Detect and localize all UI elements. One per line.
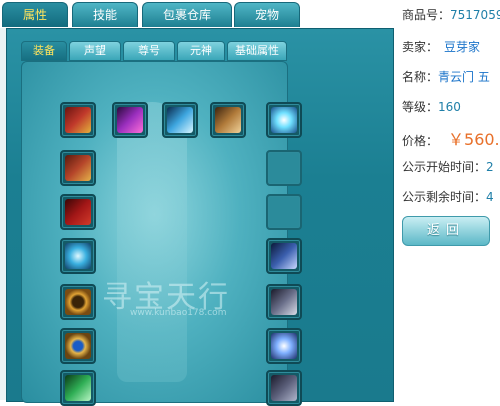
- equip-slot-head[interactable]: [60, 102, 96, 138]
- back-button[interactable]: 返回: [402, 216, 490, 246]
- subtab-base-attributes[interactable]: 基础属性: [227, 41, 287, 61]
- amulet-icon: [65, 243, 91, 269]
- tab-attributes[interactable]: 属性: [2, 2, 68, 27]
- equip-slot-book[interactable]: [210, 102, 246, 138]
- tab-pets[interactable]: 宠物: [234, 2, 300, 27]
- subtab-equipment[interactable]: 装备: [21, 41, 67, 61]
- level-value: 160: [438, 100, 461, 114]
- cloak-icon: [65, 199, 91, 225]
- public-start-label: 公示开始时间：: [402, 160, 487, 174]
- equip-slot-boots[interactable]: [266, 370, 302, 406]
- product-number-row: 商品号：7517059: [402, 6, 500, 23]
- subtab-reputation[interactable]: 声望: [69, 41, 121, 61]
- level-row: 等级：160: [402, 98, 461, 115]
- game-panel: 属性 技能 包裹仓库 宠物 装备 声望 尊号 元神 基础属性 寻宝天行 www.…: [0, 0, 394, 406]
- name-row: 名称：青云门 五: [402, 68, 490, 85]
- equip-slot-ring-1[interactable]: [60, 284, 96, 320]
- equip-slot-empty-2[interactable]: [266, 194, 302, 230]
- public-start-row: 公示开始时间：2: [402, 158, 494, 175]
- jade-icon: [65, 375, 91, 401]
- product-number-label: 商品号：: [402, 8, 451, 22]
- public-remain-value: 4: [486, 190, 494, 204]
- character-silhouette: [117, 102, 187, 382]
- ring-icon: [65, 289, 91, 315]
- gauntlet-icon: [271, 289, 297, 315]
- price-label: 价格：: [402, 134, 439, 148]
- scroll-icon: [215, 107, 241, 133]
- equip-slot-weapon[interactable]: [112, 102, 148, 138]
- top-tab-bar: 属性 技能 包裹仓库 宠物: [0, 0, 392, 28]
- equip-slot-talisman[interactable]: [266, 102, 302, 138]
- watermark-url: www.kunbao178.com: [130, 308, 227, 318]
- seller-label: 卖家：: [402, 40, 439, 54]
- bracer-icon: [271, 243, 297, 269]
- public-start-value: 2: [486, 160, 494, 174]
- star-talisman-icon: [271, 107, 297, 133]
- equip-slot-cloak[interactable]: [60, 194, 96, 230]
- product-number-value: 7517059: [450, 8, 500, 22]
- equip-slot-orb[interactable]: [266, 328, 302, 364]
- armor-icon: [65, 155, 91, 181]
- orb-icon: [271, 333, 297, 359]
- seller-row: 卖家： 豆芽家: [402, 38, 480, 55]
- tab-skills[interactable]: 技能: [72, 2, 138, 27]
- name-value: 青云门 五: [438, 70, 490, 84]
- tab-inventory[interactable]: 包裹仓库: [142, 2, 232, 27]
- equip-slot-empty-1[interactable]: [266, 150, 302, 186]
- boots-icon: [271, 375, 297, 401]
- sale-info-panel: 商品号：7517059 卖家： 豆芽家 名称：青云门 五 等级：160 价格： ￥5…: [402, 0, 500, 400]
- sword-icon: [117, 107, 143, 133]
- name-label: 名称：: [402, 70, 439, 84]
- public-remain-label: 公示剩余时间：: [402, 190, 487, 204]
- equip-slot-offhand[interactable]: [162, 102, 198, 138]
- equipment-area: 寻宝天行 www.kunbao178.com: [21, 61, 302, 406]
- attribute-panel: 装备 声望 尊号 元神 基础属性 寻宝天行 www.kunbao178.com: [6, 28, 394, 406]
- gem-ring-icon: [65, 333, 91, 359]
- equip-slot-armor[interactable]: [60, 150, 96, 186]
- subtab-title[interactable]: 尊号: [123, 41, 175, 61]
- equip-slot-gloves[interactable]: [266, 284, 302, 320]
- price-value: ￥560.: [448, 130, 500, 149]
- helmet-icon: [65, 107, 91, 133]
- equip-slot-ring-2[interactable]: [60, 328, 96, 364]
- crystal-icon: [167, 107, 193, 133]
- equip-slot-wrist[interactable]: [266, 238, 302, 274]
- subtab-spirit[interactable]: 元神: [177, 41, 225, 61]
- equip-slot-pendant[interactable]: [60, 370, 96, 406]
- seller-value[interactable]: 豆芽家: [444, 40, 480, 54]
- level-label: 等级：: [402, 100, 439, 114]
- price-row: 价格： ￥560.: [402, 126, 500, 150]
- public-remain-row: 公示剩余时间：4: [402, 188, 494, 205]
- equip-slot-amulet[interactable]: [60, 238, 96, 274]
